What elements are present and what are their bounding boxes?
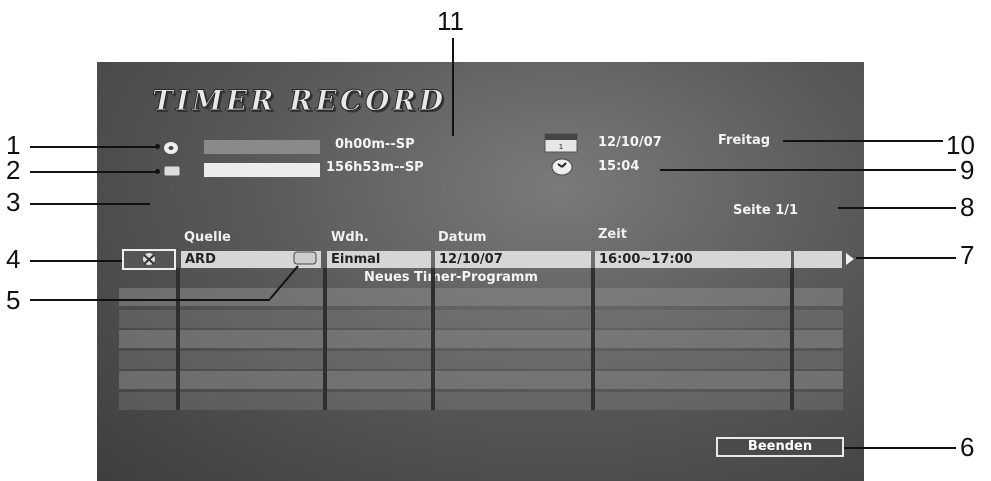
empty-row[interactable] <box>119 392 843 410</box>
callout-4: 4 <box>6 244 21 274</box>
callout-line <box>660 169 956 171</box>
callout-6: 6 <box>960 432 975 462</box>
callout-3: 3 <box>6 187 21 217</box>
callout-line <box>30 299 270 301</box>
row1-time[interactable]: 16:00~17:00 <box>595 251 791 268</box>
current-time: 15:04 <box>598 159 640 174</box>
clock-icon <box>550 158 574 180</box>
empty-row[interactable] <box>119 330 843 348</box>
row1-extra[interactable] <box>794 251 842 268</box>
new-timer-program[interactable]: Neues Timer-Programm <box>364 270 538 285</box>
callout-line <box>844 447 956 449</box>
empty-row[interactable] <box>119 310 843 328</box>
current-date: 12/10/07 <box>598 135 662 150</box>
disc-capacity-bar <box>204 140 320 154</box>
header-time: Zeit <box>598 227 627 242</box>
callout-2: 2 <box>6 155 21 185</box>
row1-repeat[interactable]: Einmal <box>327 251 431 268</box>
callout-11: 11 <box>437 6 464 36</box>
callout-line <box>30 171 158 173</box>
callout-dot <box>155 144 160 149</box>
hdd-capacity-bar <box>204 163 320 177</box>
column-divider <box>790 268 794 410</box>
empty-row[interactable] <box>119 288 843 306</box>
empty-row[interactable] <box>119 371 843 389</box>
page-indicator: Seite 1/1 <box>733 203 799 218</box>
hdd-icon <box>163 163 181 182</box>
weekday: Freitag <box>718 133 771 148</box>
column-divider <box>176 268 180 410</box>
callout-8: 8 <box>960 192 975 222</box>
timer-record-icon[interactable] <box>122 249 176 270</box>
callout-line <box>30 203 150 205</box>
header-repeat: Wdh. <box>331 230 369 245</box>
callout-dot <box>155 169 160 174</box>
callout-5: 5 <box>6 285 21 315</box>
disc-remaining-time: 0h00m--SP <box>335 137 415 152</box>
callout-line <box>269 265 299 300</box>
empty-row[interactable] <box>119 351 843 369</box>
page-title: TIMER RECORD <box>151 84 447 118</box>
callout-7: 7 <box>960 240 975 270</box>
exit-button[interactable]: Beenden <box>716 437 844 457</box>
row1-date[interactable]: 12/10/07 <box>435 251 591 268</box>
column-divider <box>431 268 435 410</box>
callout-line <box>30 260 122 262</box>
calendar-icon: 1 <box>544 133 578 157</box>
callout-line <box>838 207 956 209</box>
callout-line <box>856 257 956 259</box>
disc-icon <box>163 140 179 159</box>
header-date: Datum <box>438 230 487 245</box>
callout-line <box>783 140 943 142</box>
column-divider <box>591 268 595 410</box>
hdd-remaining-time: 156h53m--SP <box>326 160 424 175</box>
callout-line <box>30 146 158 148</box>
callout-line <box>452 38 454 136</box>
callout-10: 10 <box>946 130 975 160</box>
arrow-right-icon <box>845 251 855 270</box>
svg-text:1: 1 <box>559 143 563 151</box>
column-divider <box>323 268 327 410</box>
header-source: Quelle <box>184 230 231 245</box>
